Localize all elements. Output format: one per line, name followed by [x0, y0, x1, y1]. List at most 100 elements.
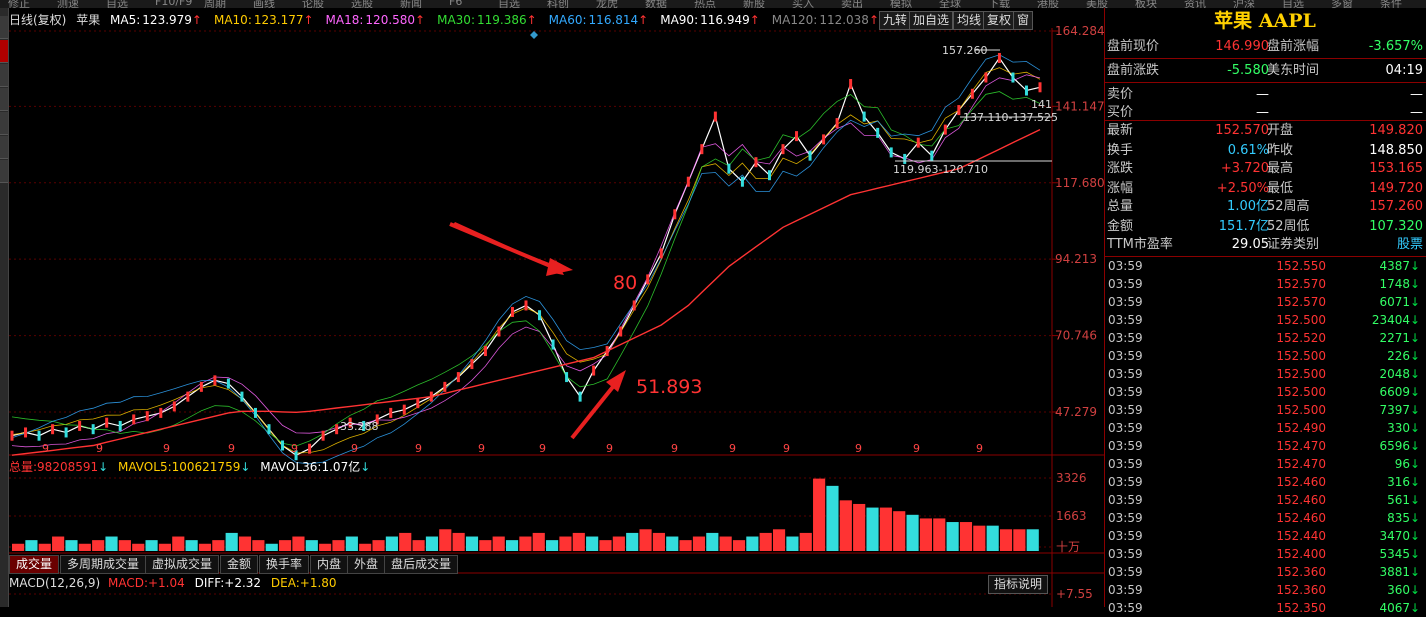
price-tick-label: 94.213 [1055, 252, 1097, 266]
sequence-marker: 9 [42, 442, 49, 455]
indicator-tab[interactable]: 换手率 [259, 555, 310, 574]
trade-volume: 2048 [1379, 367, 1410, 381]
quote-value: 157.260 [1369, 199, 1423, 214]
volume-bar [853, 503, 866, 551]
candle [145, 411, 149, 422]
trade-volume: 1748 [1379, 277, 1410, 291]
candle [1038, 82, 1042, 93]
trade-volume: 4067 [1379, 601, 1410, 615]
quote-row: TTM市盈率 29.05 证券类别 股票 [1107, 236, 1423, 254]
quote-label: 美东时间 [1267, 63, 1320, 78]
chart-area[interactable]: 164.284 141.147 117.680 94.213 70.746 47.279 9… [0, 0, 1104, 607]
red-arrow-icon [449, 222, 561, 272]
quote-label: 盘前现价 [1107, 39, 1160, 54]
volume-bar [185, 540, 198, 551]
indicator-tab[interactable]: 虚拟成交量 [145, 555, 220, 574]
trade-volume: 3881 [1379, 565, 1410, 579]
quote-label: 盘前涨跌 [1107, 63, 1160, 78]
down-arrow-icon: ↓ [1410, 565, 1421, 579]
sequence-marker: 9 [478, 442, 485, 455]
candle [470, 359, 474, 370]
candle [619, 326, 623, 337]
down-arrow-icon: ↓ [1410, 385, 1421, 399]
indicator-tab[interactable]: 内盘 [310, 555, 349, 574]
volume-bar [145, 540, 158, 551]
toolbar-item[interactable]: 多窗 [1331, 0, 1353, 8]
trade-time: 03:59 [1108, 313, 1143, 327]
candle [253, 407, 257, 418]
candle [456, 372, 460, 383]
indicator-tab[interactable]: 成交量 [9, 555, 60, 574]
trade-row: 03:59 152.500 226 ↓ [1106, 347, 1424, 365]
toolbar-item[interactable]: 资讯 [1184, 0, 1206, 8]
candle [199, 381, 203, 392]
chart-annotation: 141 [1031, 98, 1052, 111]
trade-price: 152.440 [1276, 529, 1326, 543]
price-tick-label: 70.746 [1055, 329, 1097, 343]
sequence-marker: 9 [976, 442, 983, 455]
divider [1104, 120, 1426, 121]
sequence-marker: 9 [671, 442, 678, 455]
candle [632, 300, 636, 311]
indicator-tab[interactable]: 外盘 [347, 555, 386, 574]
volume-bar [292, 536, 305, 551]
volume-bar [385, 536, 398, 551]
trade-row: 03:59 152.440 3470 ↓ [1106, 527, 1424, 545]
quote-label: 总量 [1107, 199, 1134, 214]
down-arrow-icon: ↓ [1410, 367, 1421, 381]
trade-price: 152.500 [1276, 385, 1326, 399]
candle [740, 176, 744, 187]
volume-bar [906, 514, 919, 551]
toolbar-item[interactable]: 沪深 [1233, 0, 1255, 8]
sequence-marker: 9 [606, 442, 613, 455]
trade-volume: 7397 [1379, 403, 1410, 417]
candle [267, 424, 271, 435]
volume-bar [52, 536, 65, 551]
trade-volume: 330 [1387, 421, 1410, 435]
quote-value: +2.50% [1216, 181, 1269, 196]
macd-legend: MACD(12,26,9) MACD:+1.04 DIFF:+2.32 DEA:… [9, 576, 337, 590]
quote-row: 涨幅 +2.50% 最低 149.720 [1107, 180, 1423, 198]
volume-bar [505, 540, 519, 551]
trade-volume: 3470 [1379, 529, 1410, 543]
trade-row: 03:59 152.570 6071 ↓ [1106, 293, 1424, 311]
volume-bar [118, 540, 131, 551]
indicator-tab[interactable]: 盘后成交量 [384, 555, 459, 574]
diamond-marker-icon [530, 31, 538, 39]
price-tick-label: 117.680 [1055, 176, 1104, 190]
candle [335, 424, 339, 435]
down-arrow-icon: ↓ [1410, 547, 1421, 561]
indicator-tab[interactable]: 金额 [220, 555, 259, 574]
trade-row: 03:59 152.470 96 ↓ [1106, 455, 1424, 473]
candle [686, 176, 690, 187]
red-arrow-icon [570, 381, 618, 440]
candle [24, 427, 28, 438]
sequence-marker: 9 [913, 442, 920, 455]
toolbar-item[interactable]: 板块 [1135, 0, 1157, 8]
volume-bar [105, 536, 118, 551]
down-arrow-icon: ↓ [240, 460, 251, 474]
candle [186, 391, 190, 402]
volume-bar [305, 540, 318, 551]
trade-row: 03:59 152.470 6596 ↓ [1106, 437, 1424, 455]
quote-label: 最高 [1267, 161, 1294, 176]
volume-bar [172, 536, 185, 551]
trade-volume: 4387 [1379, 259, 1410, 273]
down-arrow-icon: ↓ [1410, 439, 1421, 453]
volume-bar [586, 536, 599, 551]
indicator-tab[interactable]: 多周期成交量 [60, 555, 147, 574]
volume-bar [999, 529, 1013, 551]
candle [876, 127, 880, 138]
toolbar-item[interactable]: 自选 [1282, 0, 1304, 8]
trade-time: 03:59 [1108, 295, 1143, 309]
down-arrow-icon: ↓ [1410, 475, 1421, 489]
trade-time: 03:59 [1108, 493, 1143, 507]
candle [105, 417, 109, 428]
volume-bar [319, 543, 332, 551]
candle [483, 346, 487, 357]
toolbar-item[interactable]: 条件 [1380, 0, 1402, 8]
candle [91, 424, 95, 435]
indicator-explain-button[interactable]: 指标说明 [988, 575, 1049, 594]
candle [308, 443, 312, 454]
down-arrow-icon: ↓ [1410, 403, 1421, 417]
